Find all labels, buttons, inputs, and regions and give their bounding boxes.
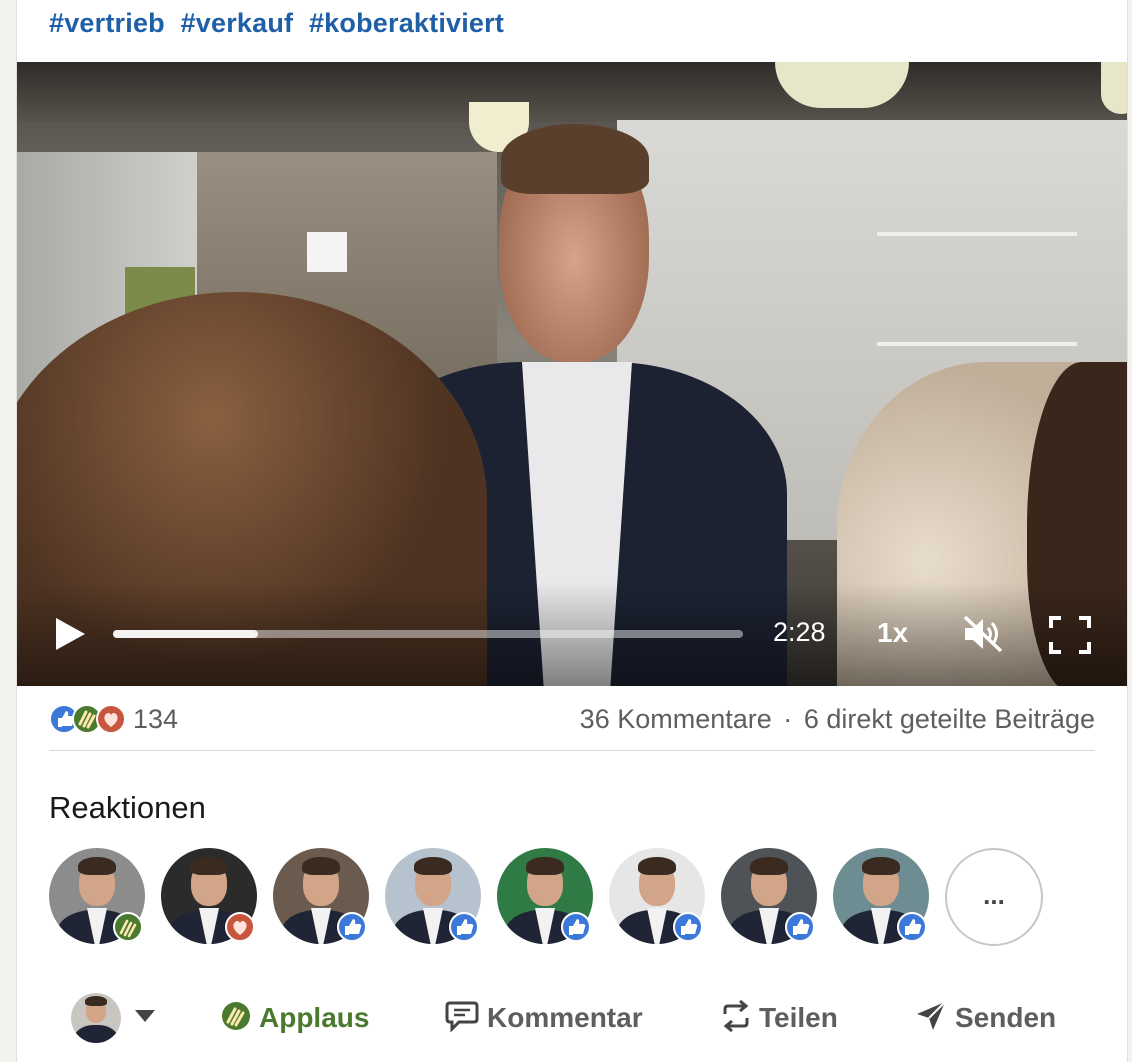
- reactor-avatar[interactable]: [721, 848, 821, 948]
- social-counts: 134 36 Kommentare · 6 direkt geteilte Be…: [49, 700, 1095, 740]
- share-label: Teilen: [759, 1002, 838, 1033]
- share-button[interactable]: Teilen: [721, 988, 838, 1048]
- applaus-button[interactable]: Applaus: [221, 988, 369, 1048]
- post-action-bar: Applaus Kommentar Teilen Senden: [17, 988, 1127, 1048]
- avatar: [71, 993, 121, 1043]
- reactor-avatar[interactable]: [833, 848, 933, 948]
- like-reaction-icon: [337, 912, 367, 942]
- playback-speed-button[interactable]: 1x: [877, 617, 908, 649]
- reactions-heading: Reaktionen: [49, 790, 206, 825]
- reaction-summary-icons[interactable]: [49, 702, 129, 736]
- reactor-avatar[interactable]: [161, 848, 261, 948]
- applaus-icon: [221, 1001, 251, 1036]
- chevron-down-icon: [135, 1009, 155, 1027]
- hashtag-line: #vertrieb #verkauf #koberaktiviert: [49, 8, 512, 39]
- more-reactors-button[interactable]: ...: [945, 848, 1043, 946]
- video-frame-lamp: [1101, 62, 1127, 114]
- comment-icon: [445, 1000, 479, 1037]
- like-reaction-icon: [673, 912, 703, 942]
- volume-muted-icon[interactable]: [961, 614, 1005, 654]
- send-label: Senden: [955, 1002, 1057, 1033]
- video-frame-shelf: [877, 342, 1077, 346]
- post-card: #vertrieb #verkauf #koberaktiviert 2:28: [16, 0, 1128, 1062]
- reaction-count[interactable]: 134: [133, 704, 178, 735]
- video-frame-ceiling: [17, 62, 1127, 122]
- hashtag-verkauf[interactable]: #verkauf: [181, 8, 294, 38]
- love-reaction-icon: [225, 912, 255, 942]
- like-reaction-icon: [897, 912, 927, 942]
- comment-button[interactable]: Kommentar: [445, 988, 643, 1048]
- video-progress-bar[interactable]: [113, 630, 743, 638]
- comments-count-link[interactable]: 36 Kommentare: [580, 704, 772, 734]
- fullscreen-icon[interactable]: [1049, 616, 1091, 654]
- reactor-avatar[interactable]: [49, 848, 149, 948]
- send-button[interactable]: Senden: [915, 988, 1056, 1048]
- play-icon[interactable]: [53, 617, 87, 651]
- reactor-avatar[interactable]: [497, 848, 597, 948]
- reactor-avatar[interactable]: [273, 848, 373, 948]
- video-frame-shelf: [877, 232, 1077, 236]
- applaus-reaction-icon: [113, 912, 143, 942]
- video-frame-light: [307, 232, 347, 272]
- reactor-avatar-list: ...: [49, 848, 1109, 946]
- reaction-picker-button[interactable]: [71, 988, 155, 1048]
- video-progress-fill: [113, 630, 258, 638]
- like-reaction-icon: [785, 912, 815, 942]
- reactor-avatar[interactable]: [609, 848, 709, 948]
- repost-icon: [721, 999, 751, 1037]
- video-time: 2:28: [773, 617, 826, 647]
- reactor-avatar[interactable]: [385, 848, 485, 948]
- like-reaction-icon: [561, 912, 591, 942]
- hashtag-vertrieb[interactable]: #vertrieb: [49, 8, 165, 38]
- stats-separator: ·: [783, 704, 793, 734]
- comment-label: Kommentar: [487, 1002, 643, 1033]
- like-reaction-icon: [449, 912, 479, 942]
- shares-count-link[interactable]: 6 direkt geteilte Beiträge: [804, 704, 1095, 734]
- send-icon: [915, 1000, 947, 1037]
- video-frame-person-hair: [501, 124, 649, 194]
- post-stats: 36 Kommentare · 6 direkt geteilte Beiträ…: [580, 704, 1095, 735]
- applaus-label: Applaus: [259, 1002, 370, 1033]
- hashtag-koberaktiviert[interactable]: #koberaktiviert: [309, 8, 504, 38]
- divider: [49, 750, 1095, 751]
- video-player[interactable]: 2:28 1x: [17, 62, 1127, 686]
